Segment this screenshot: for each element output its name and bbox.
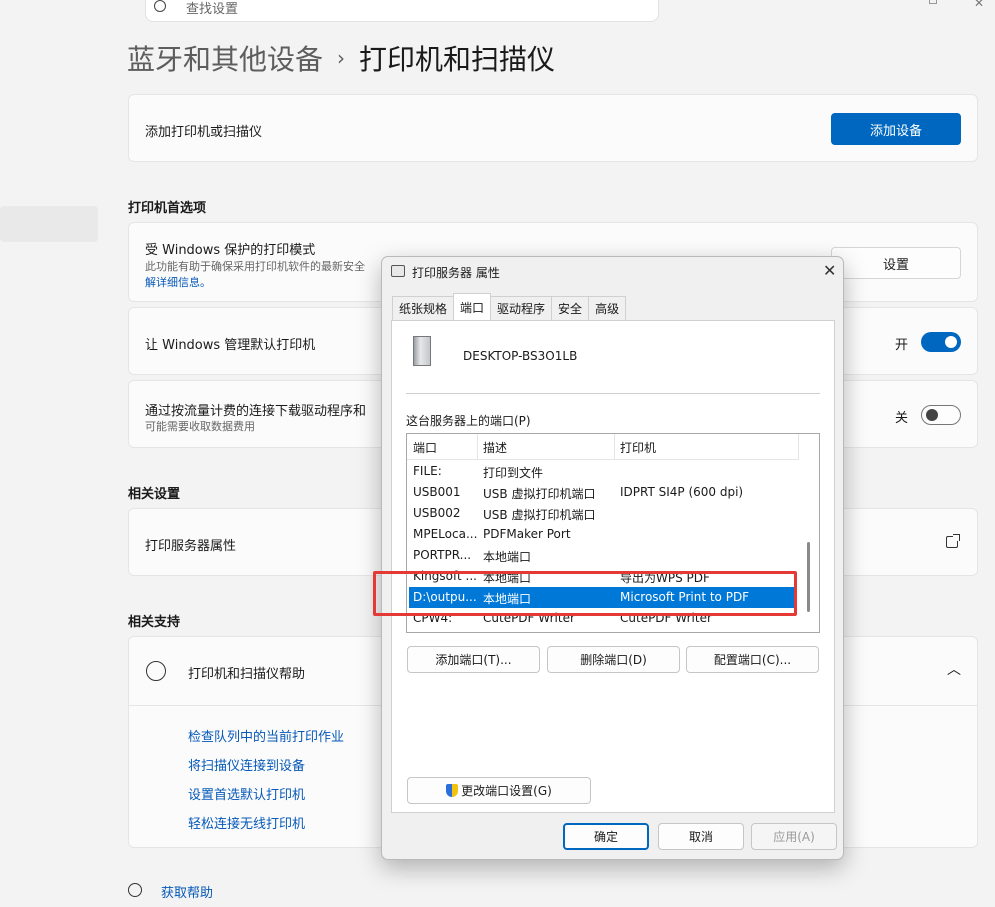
- related-settings-title: 相关设置: [128, 487, 181, 502]
- tab-security[interactable]: 安全: [551, 296, 590, 320]
- help-title: 打印机和扫描仪帮助: [188, 667, 306, 682]
- tab-strip: 纸张规格 端口 驱动程序 安全 高级: [392, 293, 627, 320]
- cell-desc: PDFMaker Port: [483, 527, 571, 541]
- help-link[interactable]: 轻松连接无线打印机: [188, 813, 305, 832]
- print-server-properties-dialog: 打印服务器 属性 ✕ DESKTOP-BS3O1LB 这台服务器上的端口(P) …: [381, 256, 844, 860]
- ports-tab-panel: DESKTOP-BS3O1LB 这台服务器上的端口(P) 端口 描述 打印机 F…: [391, 320, 835, 813]
- breadcrumb: 蓝牙和其他设备 › 打印机和扫描仪: [127, 38, 555, 78]
- metered-toggle[interactable]: [921, 405, 961, 425]
- protected-mode-sub: 此功能有助于确保采用打印机软件的最新安全: [145, 260, 365, 273]
- page-title: 打印机和扫描仪: [359, 43, 556, 76]
- minimize-icon[interactable]: [929, 0, 937, 4]
- search-icon: [154, 0, 166, 12]
- help-link[interactable]: 检查队列中的当前打印作业: [188, 726, 344, 745]
- column-header[interactable]: 描述: [483, 439, 507, 456]
- help-link[interactable]: 将扫描仪连接到设备: [188, 755, 305, 774]
- table-row[interactable]: PORTPR... 本地端口: [409, 545, 797, 566]
- add-port-button[interactable]: 添加端口(T)...: [407, 646, 540, 673]
- change-port-settings-button[interactable]: 更改端口设置(G): [407, 777, 591, 804]
- close-window-icon[interactable]: ✕: [974, 0, 984, 10]
- table-row[interactable]: FILE: 打印到文件: [409, 461, 797, 482]
- host-name: DESKTOP-BS3O1LB: [463, 349, 578, 363]
- column-header[interactable]: 打印机: [620, 439, 656, 456]
- learn-more-link[interactable]: 解详细信息。: [145, 274, 211, 290]
- help-link[interactable]: 设置首选默认打印机: [188, 784, 305, 803]
- printer-icon: [391, 265, 405, 277]
- cell-port: FILE:: [413, 464, 442, 478]
- cell-desc: 打印到文件: [483, 466, 544, 480]
- metered-sub: 可能需要收取数据费用: [145, 420, 255, 433]
- annotation-highlight-box: [373, 571, 797, 616]
- chevron-up-icon[interactable]: ︿: [947, 659, 961, 679]
- breadcrumb-parent[interactable]: 蓝牙和其他设备: [127, 38, 323, 78]
- cell-desc: USB 虚拟打印机端口: [483, 508, 596, 522]
- table-row[interactable]: USB002 USB 虚拟打印机端口: [409, 503, 797, 524]
- print-server-properties-label: 打印服务器属性: [145, 539, 237, 554]
- manage-default-label: 让 Windows 管理默认打印机: [145, 338, 316, 353]
- add-printer-card: 添加打印机或扫描仪 添加设备: [128, 94, 978, 162]
- tab-drivers[interactable]: 驱动程序: [490, 296, 553, 320]
- cell-port: USB002: [413, 506, 461, 520]
- settings-button[interactable]: 设置: [831, 247, 961, 279]
- tab-ports[interactable]: 端口: [453, 293, 492, 320]
- search-box[interactable]: 查找设置: [145, 0, 659, 22]
- tab-paper[interactable]: 纸张规格: [392, 296, 455, 320]
- close-icon[interactable]: ✕: [823, 261, 836, 280]
- dialog-title: 打印服务器 属性: [412, 266, 500, 280]
- computer-icon: [413, 336, 431, 366]
- chevron-right-icon: ›: [337, 46, 346, 70]
- sidebar-selected-item[interactable]: [0, 206, 98, 242]
- toggle-state-off: 关: [895, 411, 909, 426]
- manage-default-toggle[interactable]: [921, 332, 961, 352]
- search-input[interactable]: 查找设置: [186, 0, 238, 17]
- table-row[interactable]: MPELoca... PDFMaker Port: [409, 524, 797, 545]
- protected-mode-label: 受 Windows 保护的打印模式: [145, 243, 316, 258]
- cancel-button[interactable]: 取消: [658, 823, 744, 850]
- cell-printer: IDPRT SI4P (600 dpi): [620, 485, 744, 499]
- help-icon: [128, 883, 142, 897]
- column-header[interactable]: 端口: [413, 439, 437, 456]
- scrollbar-thumb[interactable]: [807, 542, 810, 612]
- ok-button[interactable]: 确定: [563, 823, 649, 850]
- ports-label: 这台服务器上的端口(P): [406, 414, 531, 428]
- add-printer-label: 添加打印机或扫描仪: [145, 125, 263, 140]
- preferences-title: 打印机首选项: [128, 201, 207, 216]
- shield-icon: [446, 784, 459, 797]
- delete-port-button[interactable]: 删除端口(D): [547, 646, 680, 673]
- toggle-state-on: 开: [895, 338, 909, 353]
- tab-advanced[interactable]: 高级: [588, 296, 627, 320]
- external-link-icon: [946, 534, 960, 548]
- list-header: 端口 描述 打印机: [407, 434, 799, 460]
- globe-icon: [146, 661, 166, 681]
- apply-button[interactable]: 应用(A): [751, 823, 837, 850]
- cell-desc: USB 虚拟打印机端口: [483, 487, 596, 501]
- related-support-title: 相关支持: [128, 615, 181, 630]
- add-device-button[interactable]: 添加设备: [831, 113, 961, 145]
- table-row[interactable]: USB001 USB 虚拟打印机端口 IDPRT SI4P (600 dpi): [409, 482, 797, 503]
- cell-port: PORTPR...: [413, 548, 472, 562]
- cell-desc: 本地端口: [483, 550, 532, 564]
- change-port-settings-label: 更改端口设置(G): [461, 784, 552, 798]
- cell-port: USB001: [413, 485, 461, 499]
- get-help-link[interactable]: 获取帮助: [161, 882, 213, 901]
- configure-port-button[interactable]: 配置端口(C)...: [686, 646, 819, 673]
- cell-port: MPELoca...: [413, 527, 477, 541]
- metered-label: 通过按流量计费的连接下载驱动程序和: [145, 404, 367, 419]
